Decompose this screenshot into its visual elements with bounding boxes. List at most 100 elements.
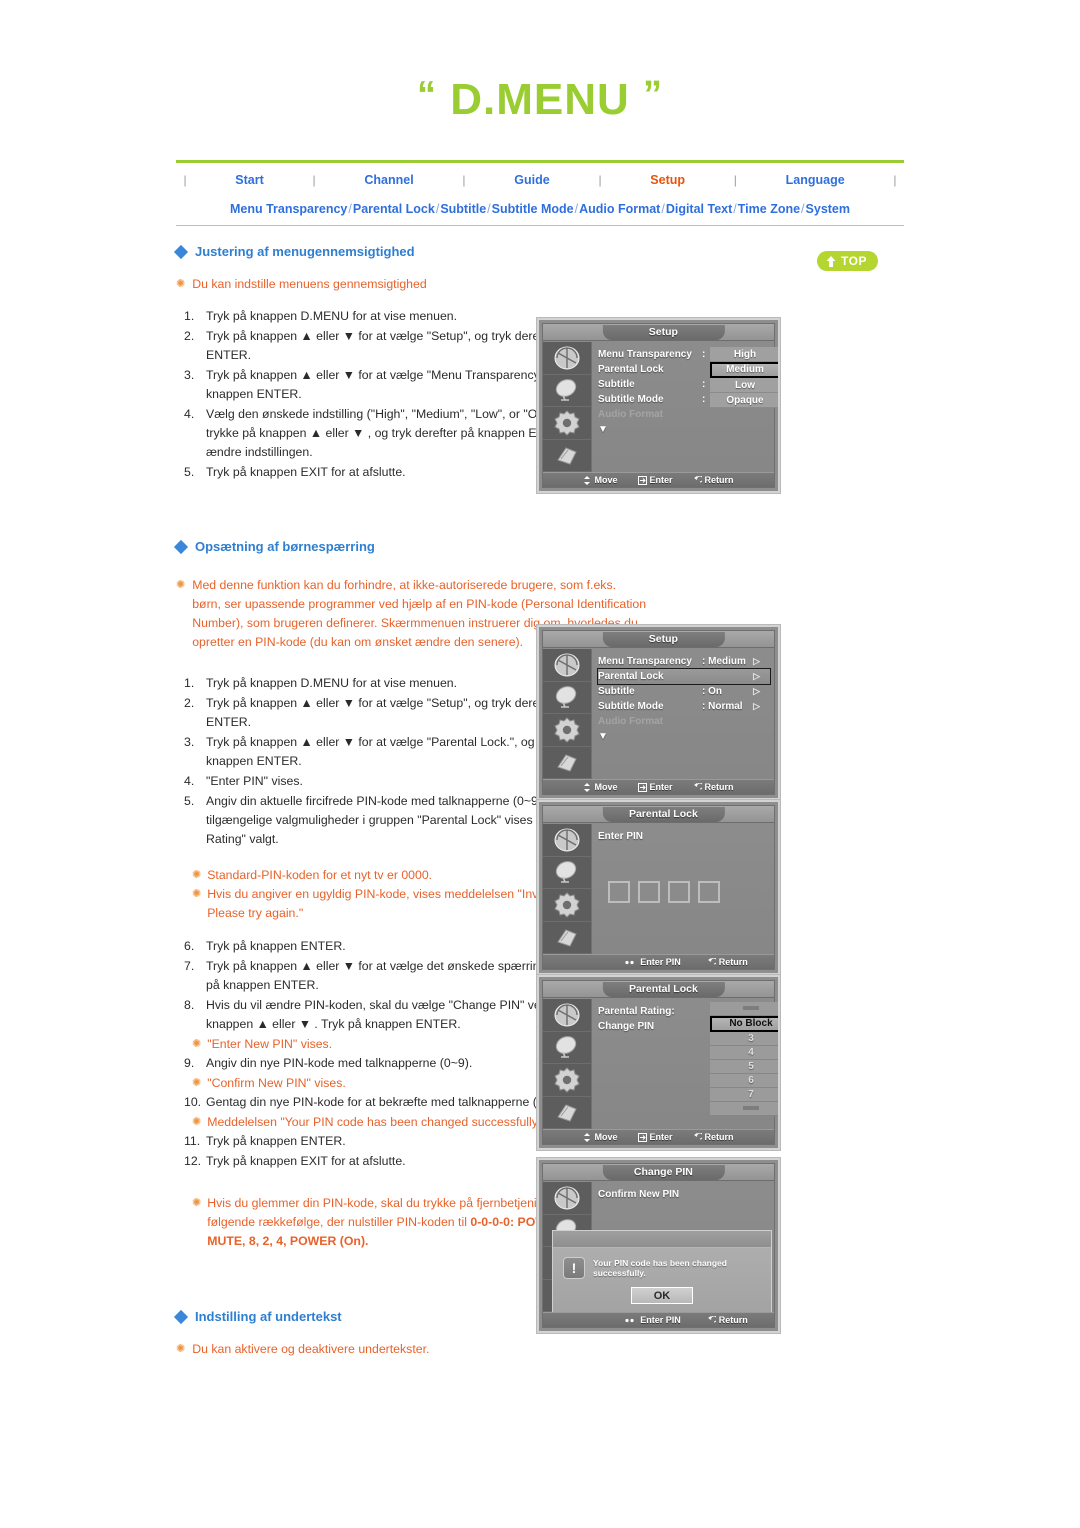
tv-screenshot-parental-rating: Parental Lock Parental Rating: Change PI… — [537, 975, 780, 1150]
breadcrumb-item-menu-transparency[interactable]: Menu Transparency — [230, 202, 347, 216]
note-bullet-icon: ✺ — [176, 1343, 186, 1355]
tv-title: Setup — [602, 325, 725, 340]
diamond-bullet-icon — [173, 539, 189, 554]
return-icon — [707, 957, 716, 964]
page-root: “ D.MENU ” | Start | Channel | Guide | S… — [0, 0, 1080, 1528]
tv-menu-row-menu-transparency[interactable]: Menu Transparency: Medium ▷ — [598, 654, 770, 669]
rating-option-blank-top[interactable] — [710, 1002, 778, 1016]
footer-return: Return — [707, 1315, 748, 1325]
rating-option-5[interactable]: 5 — [710, 1060, 778, 1074]
nav-item-setup[interactable]: Setup — [609, 173, 726, 187]
step-number: 1. — [184, 309, 195, 323]
return-icon — [707, 1315, 716, 1322]
pin-box-4[interactable] — [698, 881, 720, 903]
section-heading-parental-lock: Opsætning af børnespærring — [173, 539, 904, 554]
pin-entry-boxes[interactable] — [608, 881, 774, 903]
pin-box-1[interactable] — [608, 881, 630, 903]
pin-changed-dialog: ! Your PIN code has been changed success… — [552, 1230, 772, 1314]
step-number: 7. — [184, 959, 195, 973]
nav-item-start[interactable]: Start — [194, 173, 305, 187]
rating-option-6[interactable]: 6 — [710, 1074, 778, 1088]
nav-zone: | Start | Channel | Guide | Setup | Lang… — [176, 160, 904, 226]
page-title-wrap: “ D.MENU ” — [0, 0, 1080, 122]
note-bullet-icon: ✺ — [192, 1038, 202, 1050]
hand-remote-icon — [543, 440, 591, 472]
nav-item-channel[interactable]: Channel — [323, 173, 455, 187]
option-high[interactable]: High — [710, 347, 778, 362]
tv-titlebar: Parental Lock — [543, 806, 774, 823]
option-opaque[interactable]: Opaque — [710, 393, 778, 408]
number-icon — [625, 1318, 634, 1322]
tv-menu-label: Parental Lock — [598, 671, 664, 682]
step-number: 8. — [184, 998, 195, 1012]
dialog-titlebar — [553, 1231, 771, 1248]
breadcrumb-item-subtitle-mode[interactable]: Subtitle Mode — [492, 202, 574, 216]
tv-menu-content: Parental Rating: Change PIN No Block 3 4… — [592, 999, 778, 1129]
satellite-dish-icon — [543, 375, 591, 407]
diamond-bullet-icon — [173, 1309, 189, 1324]
step-text: "Enter PIN" vises. — [206, 774, 303, 788]
diamond-bullet-icon — [173, 244, 189, 259]
option-low[interactable]: Low — [710, 378, 778, 393]
breadcrumb-item-parental-lock[interactable]: Parental Lock — [353, 202, 435, 216]
pin-box-2[interactable] — [638, 881, 660, 903]
step-number: 5. — [184, 465, 195, 479]
tv-menu-label: Parental Lock — [598, 364, 664, 375]
nav-item-guide[interactable]: Guide — [473, 173, 591, 187]
tv-title: Parental Lock — [602, 807, 725, 822]
tv-menu-content: Enter PIN — [592, 824, 774, 954]
rating-option-no-block-selected[interactable]: No Block — [710, 1016, 778, 1032]
rating-option-3[interactable]: 3 — [710, 1032, 778, 1046]
rating-option-4[interactable]: 4 — [710, 1046, 778, 1060]
pin-box-3[interactable] — [668, 881, 690, 903]
note-text: Du kan indstille menuens gennemsigtighed — [192, 277, 427, 291]
rating-option-7[interactable]: 7 — [710, 1088, 778, 1102]
tv-footer: Enter PIN Return — [543, 954, 774, 969]
tv-menu-label: Menu Transparency — [598, 656, 692, 667]
note-bullet-icon: ✺ — [192, 869, 202, 881]
move-icon — [584, 475, 591, 485]
option-medium-selected[interactable]: Medium — [710, 362, 778, 378]
footer-enter: Enter — [637, 475, 673, 485]
tv-menu-scroll-down-icon[interactable]: ▼ — [598, 422, 774, 437]
move-icon — [584, 1132, 591, 1142]
tv-icon-column — [543, 824, 592, 954]
footer-move: Move — [583, 782, 618, 792]
nav-separator: | — [312, 172, 316, 187]
tv-menu-row-parental-lock-selected[interactable]: Parental Lock ▷ — [597, 668, 771, 685]
tv-screenshot-enter-pin: Parental Lock Enter PIN Enter PIN Return — [537, 800, 780, 975]
rating-option-blank-bottom[interactable] — [710, 1102, 778, 1116]
tv-menu-scroll-down-icon[interactable]: ▼ — [598, 729, 770, 744]
breadcrumb-item-time-zone[interactable]: Time Zone — [738, 202, 800, 216]
tv-footer: Move Enter Return — [543, 1129, 774, 1144]
nav-bar: | Start | Channel | Guide | Setup | Lang… — [176, 163, 904, 196]
nav-separator: | — [598, 172, 602, 187]
tv-menu-row-subtitle[interactable]: Subtitle: On ▷ — [598, 684, 770, 699]
step-text: Angiv din nye PIN-kode med talknapperne … — [206, 1056, 473, 1070]
step-number: 6. — [184, 939, 195, 953]
tv-menu-row-subtitle-mode[interactable]: Subtitle Mode: Normal ▷ — [598, 699, 770, 714]
tv-menu-row-audio-format: Audio Format — [598, 714, 770, 729]
breadcrumb-item-system[interactable]: System — [806, 202, 850, 216]
enter-icon — [637, 475, 647, 485]
note-text: Meddelelsen "Your PIN code has been chan… — [207, 1115, 578, 1129]
section-note: ✺ Du kan aktivere og deaktivere undertek… — [176, 1340, 904, 1359]
note-bullet-icon: ✺ — [192, 1077, 202, 1089]
number-icon — [625, 960, 634, 964]
parental-rating-option-list: No Block 3 4 5 6 7 — [710, 1002, 778, 1116]
step-number: 2. — [184, 696, 195, 710]
breadcrumb-item-audio-format[interactable]: Audio Format — [579, 202, 660, 216]
tv-titlebar: Parental Lock — [543, 981, 774, 998]
tv-menu-label: Audio Format — [598, 409, 663, 420]
breadcrumb-item-subtitle[interactable]: Subtitle — [440, 202, 486, 216]
step-number: 3. — [184, 735, 195, 749]
move-icon — [584, 782, 591, 792]
dialog-ok-button[interactable]: OK — [631, 1287, 693, 1304]
breadcrumb-item-digital-text[interactable]: Digital Text — [666, 202, 732, 216]
nav-item-language[interactable]: Language — [744, 173, 886, 187]
antenna-icon — [543, 342, 591, 375]
section-heading-menu-transparency: Justering af menugennemsigtighed — [173, 244, 904, 259]
step-text: Tryk på knappen EXIT for at afslutte. — [206, 465, 406, 479]
hand-remote-icon — [543, 747, 591, 779]
gear-icon — [543, 889, 591, 922]
